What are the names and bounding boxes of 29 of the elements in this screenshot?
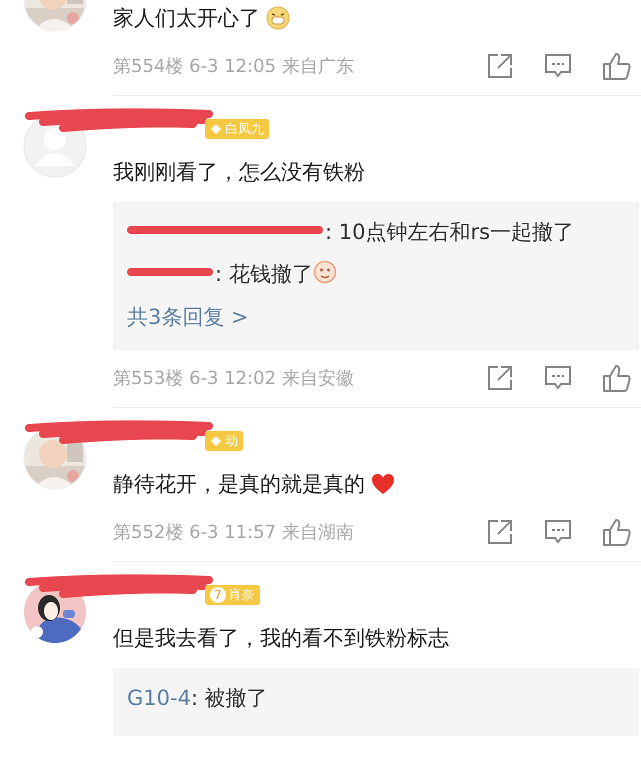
badge-label: 动 bbox=[225, 433, 238, 450]
comment-icon[interactable] bbox=[545, 53, 571, 79]
like-icon[interactable] bbox=[603, 52, 631, 80]
level-badge: 7 bbox=[210, 587, 226, 603]
comment-text: 家人们太开心了 bbox=[113, 5, 260, 32]
grin-emoji-icon bbox=[266, 6, 290, 30]
comment-text: 但是我去看了，我的看不到铁粉标志 bbox=[113, 625, 449, 652]
diamond-icon bbox=[210, 435, 222, 447]
badge-label: 白凤九 bbox=[225, 121, 264, 138]
comment-text: 静待花开，是真的就是真的 bbox=[113, 471, 365, 498]
comment-icon[interactable] bbox=[545, 519, 571, 545]
share-icon[interactable] bbox=[487, 519, 513, 545]
reply-text: G10-4: 被撤了 bbox=[127, 686, 268, 710]
badge-label: 肖奈 bbox=[228, 587, 255, 604]
comment-text: 我刚刚看了，怎么没有铁粉 bbox=[113, 159, 365, 186]
share-icon[interactable] bbox=[487, 53, 513, 79]
comment-meta: 第554楼 6-3 12:05 来自广东 bbox=[113, 55, 355, 78]
comment-meta: 第552楼 6-3 11:57 来自湖南 bbox=[113, 521, 355, 544]
sticker-emoji-icon bbox=[312, 260, 337, 284]
comment-meta: 第553楼 6-3 12:02 来自安徽 bbox=[113, 367, 355, 390]
like-icon[interactable] bbox=[603, 518, 631, 546]
share-icon[interactable] bbox=[487, 365, 513, 391]
reply-text: : 10点钟左右和rs一起撤了 bbox=[325, 220, 574, 244]
comment-icon[interactable] bbox=[545, 365, 571, 391]
heart-icon bbox=[371, 473, 395, 495]
reply-text: : 花钱撤了 bbox=[215, 262, 313, 286]
diamond-icon bbox=[210, 123, 222, 135]
more-replies-link[interactable]: 共3条回复 > bbox=[127, 298, 249, 336]
like-icon[interactable] bbox=[603, 364, 631, 392]
